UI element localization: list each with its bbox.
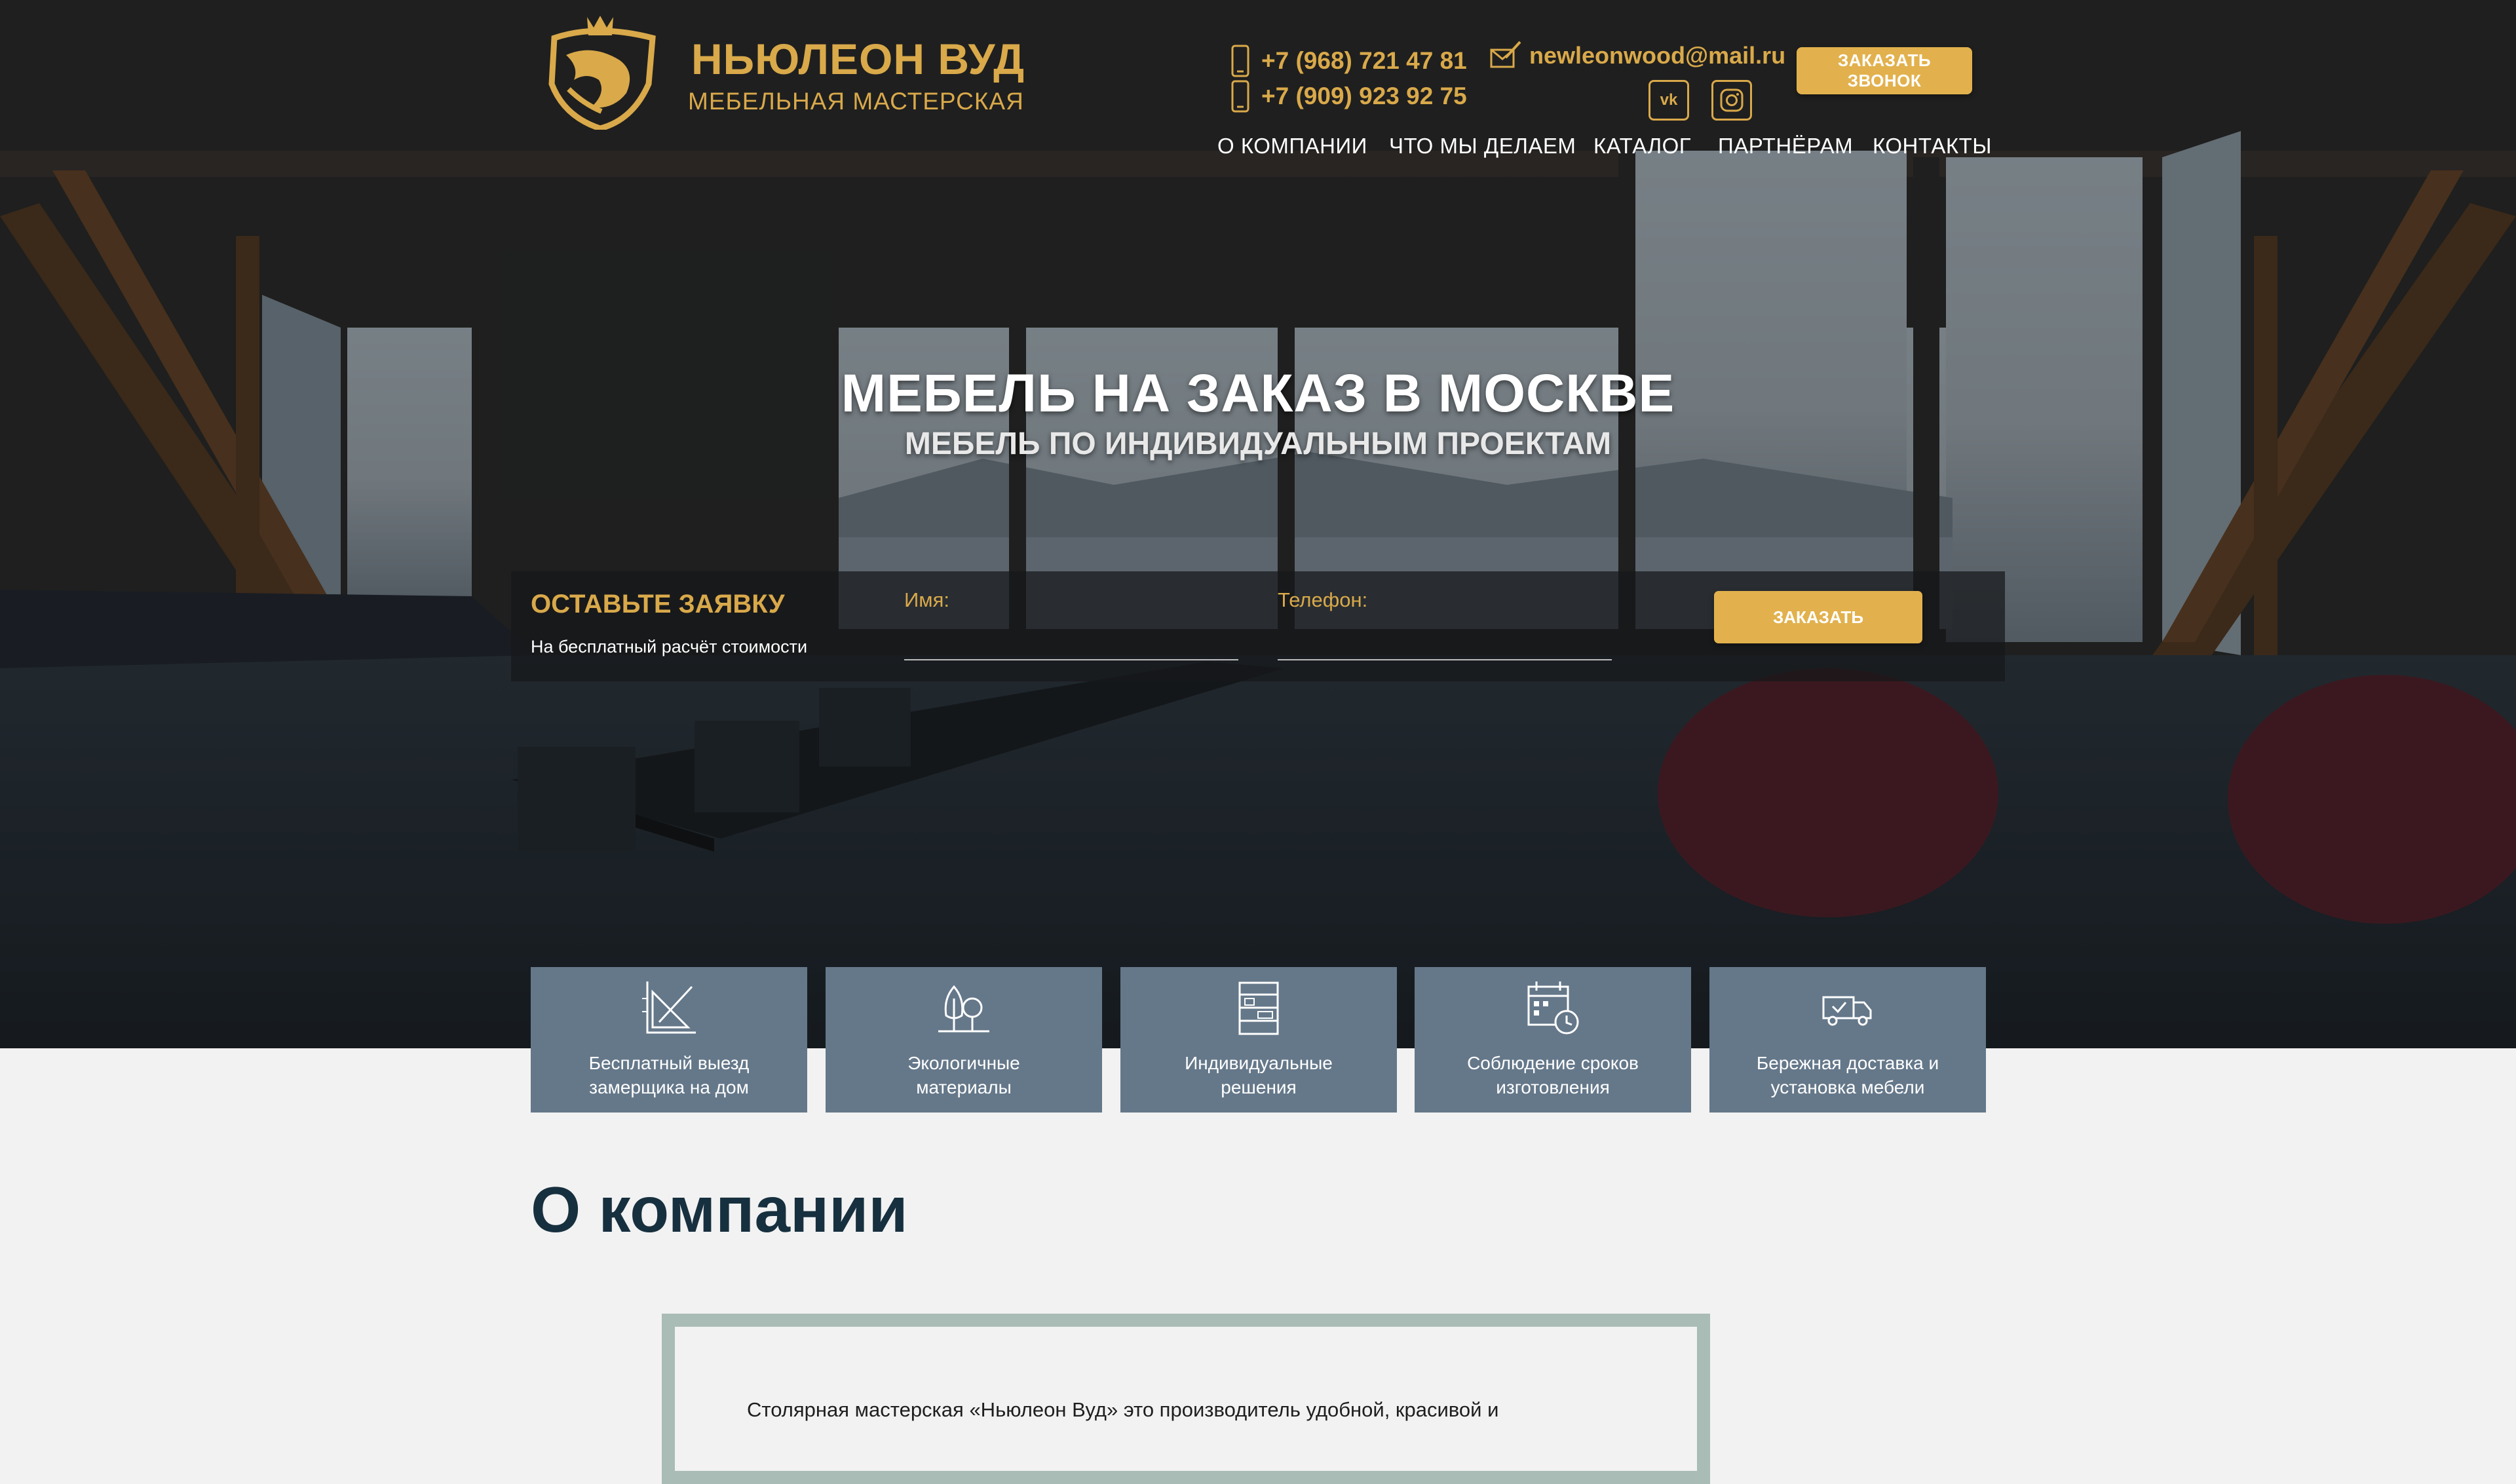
name-field[interactable]: Имя: (904, 588, 1238, 660)
feature-card: Бесплатный выезд замерщика на дом (531, 967, 807, 1113)
submit-order-button[interactable]: ЗАКАЗАТЬ (1714, 591, 1922, 643)
lion-crown-logo-icon[interactable] (528, 12, 666, 130)
feature-line-2: замерщика на дом (589, 1077, 749, 1097)
nav-item-about[interactable]: О КОМПАНИИ (1217, 134, 1367, 159)
brand-tagline: МЕБЕЛЬНАЯ МАСТЕРСКАЯ (688, 88, 1024, 115)
feature-text: Бережная доставка и установка мебели (1709, 1051, 1986, 1099)
nav-item-services[interactable]: ЧТО МЫ ДЕЛАЕМ (1389, 134, 1576, 159)
phone-link-1[interactable]: +7 (968) 721 47 81 (1261, 47, 1467, 75)
brand-name[interactable]: НЬЮЛЕОН ВУД (691, 34, 1025, 84)
calendar-clock-icon (1527, 981, 1579, 1035)
hero-section: НЬЮЛЕОН ВУД МЕБЕЛЬНАЯ МАСТЕРСКАЯ +7 (968… (0, 0, 2516, 1048)
feature-line-1: Бесплатный выезд (588, 1053, 750, 1073)
mobile-phone-icon (1231, 80, 1249, 113)
feature-line-2: материалы (916, 1077, 1012, 1097)
feature-card: Индивидуальные решения (1120, 967, 1397, 1113)
nav-item-partners[interactable]: ПАРТНЁРАМ (1718, 134, 1853, 159)
about-section-title: О компании (531, 1173, 908, 1246)
feature-text: Соблюдение сроков изготовления (1415, 1051, 1691, 1099)
name-field-label: Имя: (904, 588, 949, 611)
shelving-icon (1238, 981, 1279, 1035)
trees-icon (938, 985, 989, 1033)
hero-subtitle: МЕБЕЛЬ ПО ИНДИВИДУАЛЬНЫМ ПРОЕКТАМ (904, 427, 1612, 461)
feature-card: Бережная доставка и установка мебели (1709, 967, 1986, 1113)
feature-line-1: Индивидуальные (1185, 1053, 1333, 1073)
request-callback-button[interactable]: ЗАКАЗАТЬ ЗВОНОК (1797, 47, 1972, 94)
delivery-truck-icon (1822, 996, 1872, 1026)
drafting-tools-icon (642, 981, 696, 1034)
vk-icon[interactable]: vk (1649, 80, 1689, 121)
form-title: ОСТАВЬТЕ ЗАЯВКУ (531, 590, 785, 618)
instagram-icon[interactable] (1711, 80, 1752, 121)
phone-link-2[interactable]: +7 (909) 923 92 75 (1261, 83, 1467, 110)
feature-line-2: установка мебели (1770, 1077, 1925, 1097)
feature-text: Бесплатный выезд замерщика на дом (531, 1051, 807, 1099)
about-text: Столярная мастерская «Ньюлеон Вуд» это п… (747, 1398, 1499, 1421)
feature-line-1: Бережная доставка и (1756, 1053, 1939, 1073)
form-subtitle: На бесплатный расчёт стоимости (531, 637, 808, 656)
nav-item-contacts[interactable]: КОНТАКТЫ (1873, 134, 1992, 159)
feature-text: Экологичные материалы (826, 1051, 1102, 1099)
feature-line-1: Соблюдение сроков (1467, 1053, 1639, 1073)
instagram-glyph-icon (1720, 88, 1744, 112)
feature-text: Индивидуальные решения (1120, 1051, 1397, 1099)
feature-line-2: изготовления (1496, 1077, 1610, 1097)
envelope-pen-icon (1490, 41, 1521, 68)
email-link[interactable]: newleonwood@mail.ru (1529, 42, 1785, 69)
feature-card: Соблюдение сроков изготовления (1415, 967, 1691, 1113)
phone-field[interactable]: Телефон: (1278, 588, 1612, 660)
feature-line-2: решения (1221, 1077, 1297, 1097)
feature-card: Экологичные материалы (826, 967, 1102, 1113)
feature-line-1: Экологичные (907, 1053, 1020, 1073)
phone-field-label: Телефон: (1278, 588, 1368, 611)
hero-title: МЕБЕЛЬ НА ЗАКАЗ В МОСКВЕ (841, 364, 1675, 423)
nav-item-catalog[interactable]: КАТАЛОГ (1593, 134, 1691, 159)
mobile-phone-icon (1231, 45, 1249, 77)
